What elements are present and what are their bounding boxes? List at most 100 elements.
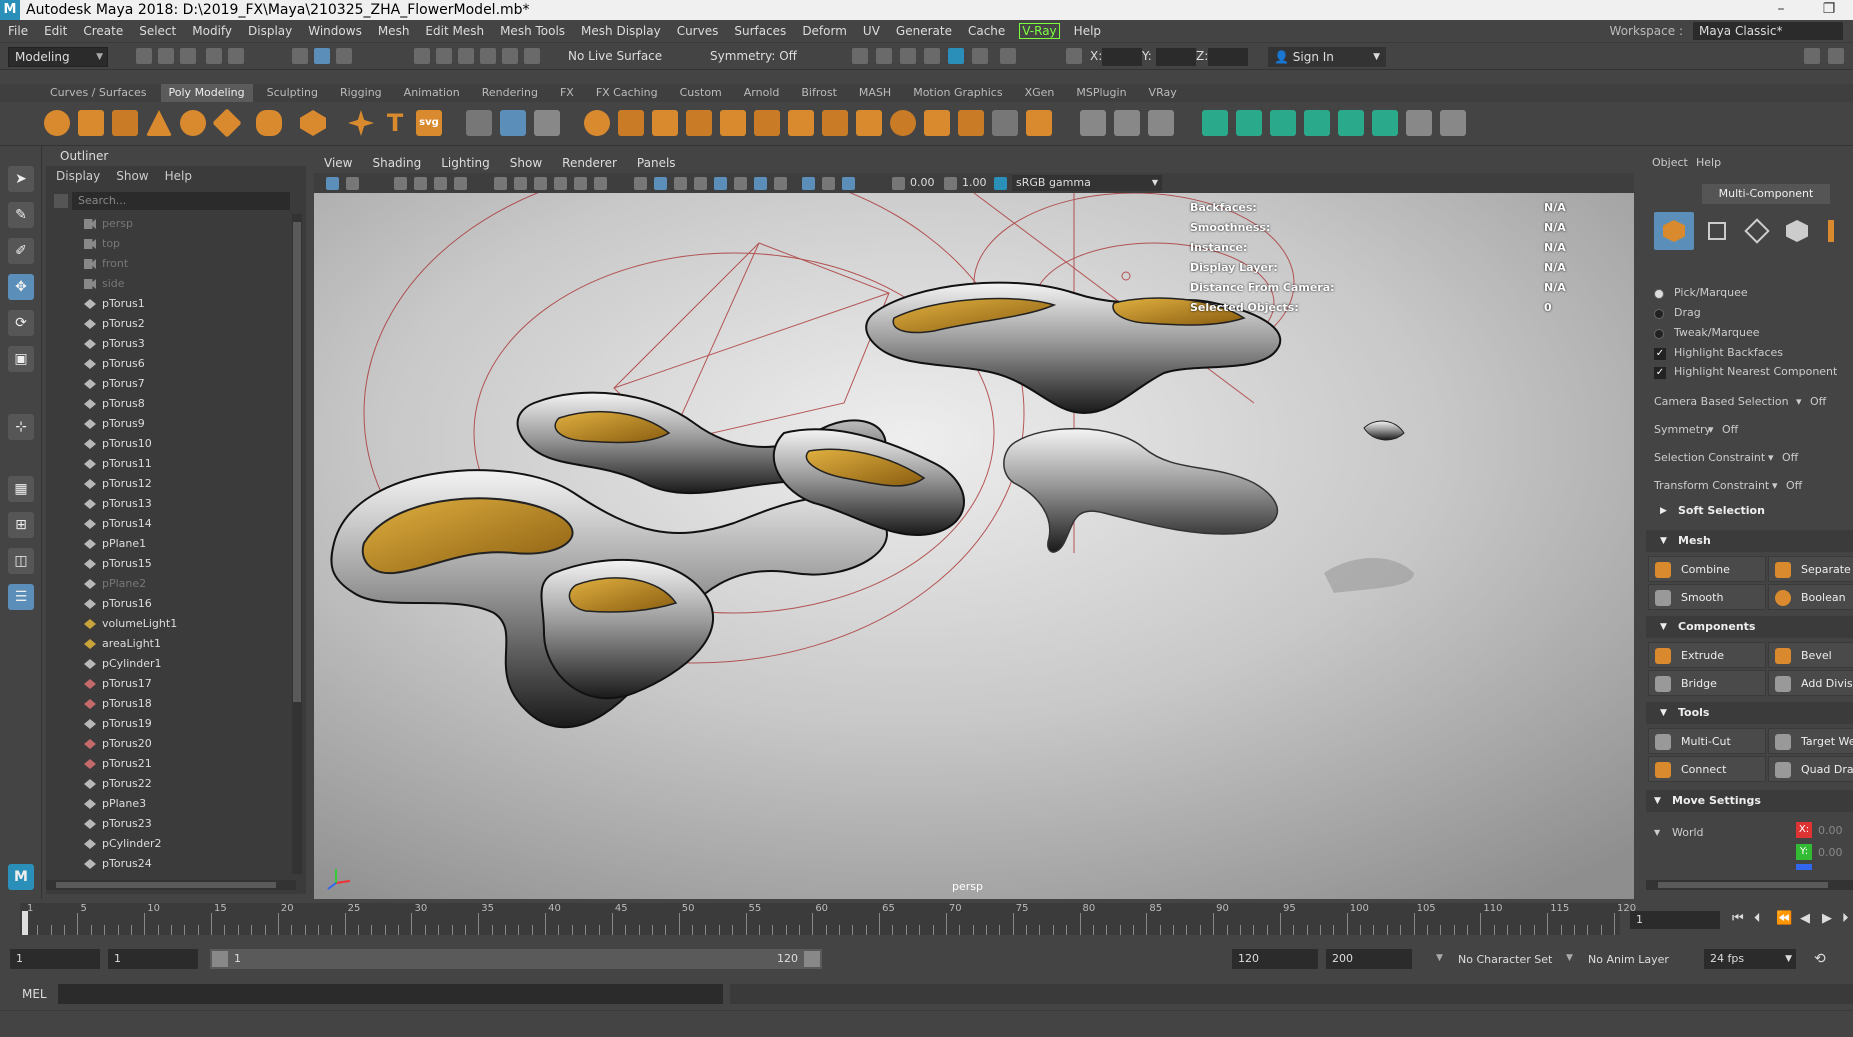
outliner-item[interactable]: persp [46, 214, 296, 234]
xray-icon[interactable] [822, 177, 835, 190]
vp-menu-view[interactable]: View [324, 153, 352, 173]
outliner-item[interactable]: pTorus7 [46, 374, 296, 394]
xray-joints-icon[interactable] [842, 177, 855, 190]
menu-display[interactable]: Display [240, 24, 300, 38]
snap-pivot-icon[interactable] [524, 48, 540, 64]
symmetry-mtk-value[interactable]: Off [1722, 423, 1738, 436]
poly-torus-icon[interactable] [180, 110, 206, 136]
range-bar[interactable]: 1 120 [210, 949, 822, 969]
outliner-item[interactable]: pTorus18 [46, 694, 296, 714]
symmetry-label[interactable]: Symmetry: Off [710, 49, 797, 63]
outliner-item[interactable]: pTorus19 [46, 714, 296, 734]
shelf-tab-arnold[interactable]: Arnold [736, 84, 788, 102]
shelf-tab-rigging[interactable]: Rigging [332, 84, 390, 102]
menuset-dropdown[interactable]: Modeling ▼ [8, 47, 108, 67]
h-scrollbar-thumb[interactable] [1658, 882, 1828, 888]
multi-cut-button[interactable]: Multi-Cut [1648, 728, 1766, 754]
insert-edge-loop-icon[interactable] [1026, 110, 1052, 136]
isolate-select-icon[interactable] [802, 177, 815, 190]
view-transform-icon[interactable] [994, 177, 1007, 190]
menu-mesh[interactable]: Mesh [370, 24, 418, 38]
x-coord-field[interactable] [1102, 48, 1142, 66]
go-to-start-icon[interactable]: ⏮ [1732, 911, 1744, 926]
hypershade-icon[interactable] [948, 48, 964, 64]
outliner-item[interactable]: pTorus8 [46, 394, 296, 414]
multi-cut-shelf-icon[interactable] [1080, 110, 1106, 136]
snap-curve-icon[interactable] [436, 48, 452, 64]
transform-constraint-label[interactable]: Transform Constraint [1654, 479, 1769, 492]
outliner-item[interactable]: pTorus16 [46, 594, 296, 614]
loop-icon[interactable]: ⟲ [1814, 951, 1826, 967]
outliner-item[interactable]: pTorus17 [46, 674, 296, 694]
outliner-item[interactable]: pPlane2 [46, 574, 296, 594]
mel-input[interactable] [58, 984, 723, 1004]
mtk-h-scrollbar[interactable] [1646, 880, 1853, 890]
shelf-tab-bifrost[interactable]: Bifrost [793, 84, 845, 102]
particles-icon[interactable] [534, 110, 560, 136]
outliner-h-scrollbar[interactable] [46, 880, 296, 890]
outliner-item[interactable]: pTorus3 [46, 334, 296, 354]
menu-select[interactable]: Select [131, 24, 184, 38]
playback-end-field[interactable]: 120 [1232, 949, 1318, 969]
shelf-tab-rendering[interactable]: Rendering [474, 84, 546, 102]
smooth-button[interactable]: Smooth [1648, 584, 1766, 610]
uv-layout-icon[interactable] [1372, 110, 1398, 136]
shelf-tab-vray[interactable]: VRay [1141, 84, 1185, 102]
maximize-button[interactable]: ❐ [1809, 0, 1849, 20]
workspace-select[interactable]: Maya Classic* [1693, 22, 1843, 40]
use-all-lights-icon[interactable] [694, 177, 707, 190]
chevron-down-icon[interactable]: ▾ [1768, 451, 1774, 464]
menu-edit-mesh[interactable]: Edit Mesh [417, 24, 492, 38]
menu-surfaces[interactable]: Surfaces [726, 24, 794, 38]
selection-constraint-value[interactable]: Off [1782, 451, 1798, 464]
outliner-menu-show[interactable]: Show [116, 166, 148, 186]
platonic-solid-icon[interactable] [300, 110, 326, 136]
move-tool-icon[interactable]: ✥ [8, 274, 34, 300]
select-tool-icon[interactable]: ➤ [8, 166, 34, 192]
uv-planar-icon[interactable] [1202, 110, 1228, 136]
object-mode-button[interactable] [1654, 212, 1694, 250]
shelf-tab-xgen[interactable]: XGen [1017, 84, 1063, 102]
anim-start-field[interactable]: 1 [10, 949, 100, 969]
grease-pencil-icon[interactable] [454, 177, 467, 190]
pick-marquee-radio[interactable] [1654, 289, 1664, 299]
play-forward-icon[interactable]: ▶ [1822, 911, 1832, 926]
play-backward-icon[interactable]: ◀ [1800, 911, 1810, 926]
outliner-item[interactable]: top [46, 234, 296, 254]
poly-cone-icon[interactable] [146, 110, 172, 136]
quadrangulate-icon[interactable] [788, 110, 814, 136]
separate-icon[interactable] [618, 110, 644, 136]
uv-editor-icon[interactable] [500, 110, 526, 136]
uv-cut-icon[interactable] [1440, 110, 1466, 136]
uv-mode-icon[interactable] [1828, 220, 1834, 242]
bookmarks-icon[interactable] [394, 177, 407, 190]
outliner-item[interactable]: front [46, 254, 296, 274]
paint-select-tool-icon[interactable]: ✐ [8, 238, 34, 264]
mirror-icon[interactable] [720, 110, 746, 136]
uv-unfold-icon[interactable] [1406, 110, 1432, 136]
separate-button[interactable]: Separate [1768, 556, 1853, 582]
reduce-icon[interactable] [856, 110, 882, 136]
boolean-button[interactable]: Boolean [1768, 584, 1853, 610]
scrollbar-thumb[interactable] [293, 222, 301, 702]
h-scrollbar-thumb[interactable] [56, 882, 276, 888]
outliner-item[interactable]: pTorus14 [46, 514, 296, 534]
face-mode-icon[interactable] [1786, 220, 1808, 242]
menu-curves[interactable]: Curves [669, 24, 727, 38]
outliner-item[interactable]: pTorus24 [46, 854, 296, 874]
exposure-icon[interactable] [892, 177, 905, 190]
snap-view-icon[interactable] [480, 48, 496, 64]
persp-outliner-icon[interactable]: ◫ [8, 548, 34, 574]
outliner-item[interactable]: pTorus20 [46, 734, 296, 754]
connect-button[interactable]: Connect [1648, 756, 1766, 782]
ipr-render-icon[interactable] [900, 48, 916, 64]
target-weld-button[interactable]: Target We [1768, 728, 1853, 754]
move-settings-section[interactable]: ▼ Move Settings [1646, 790, 1853, 812]
sign-in-button[interactable]: 👤 Sign In ▼ [1268, 47, 1386, 67]
playback-start-field[interactable]: 1 [108, 949, 198, 969]
outliner-layout-icon[interactable]: ☰ [8, 584, 34, 610]
bridge-shelf-icon[interactable] [924, 110, 950, 136]
film-gate-icon[interactable] [514, 177, 527, 190]
gamma-icon[interactable] [944, 177, 957, 190]
camera-based-selection-label[interactable]: Camera Based Selection [1654, 395, 1789, 408]
